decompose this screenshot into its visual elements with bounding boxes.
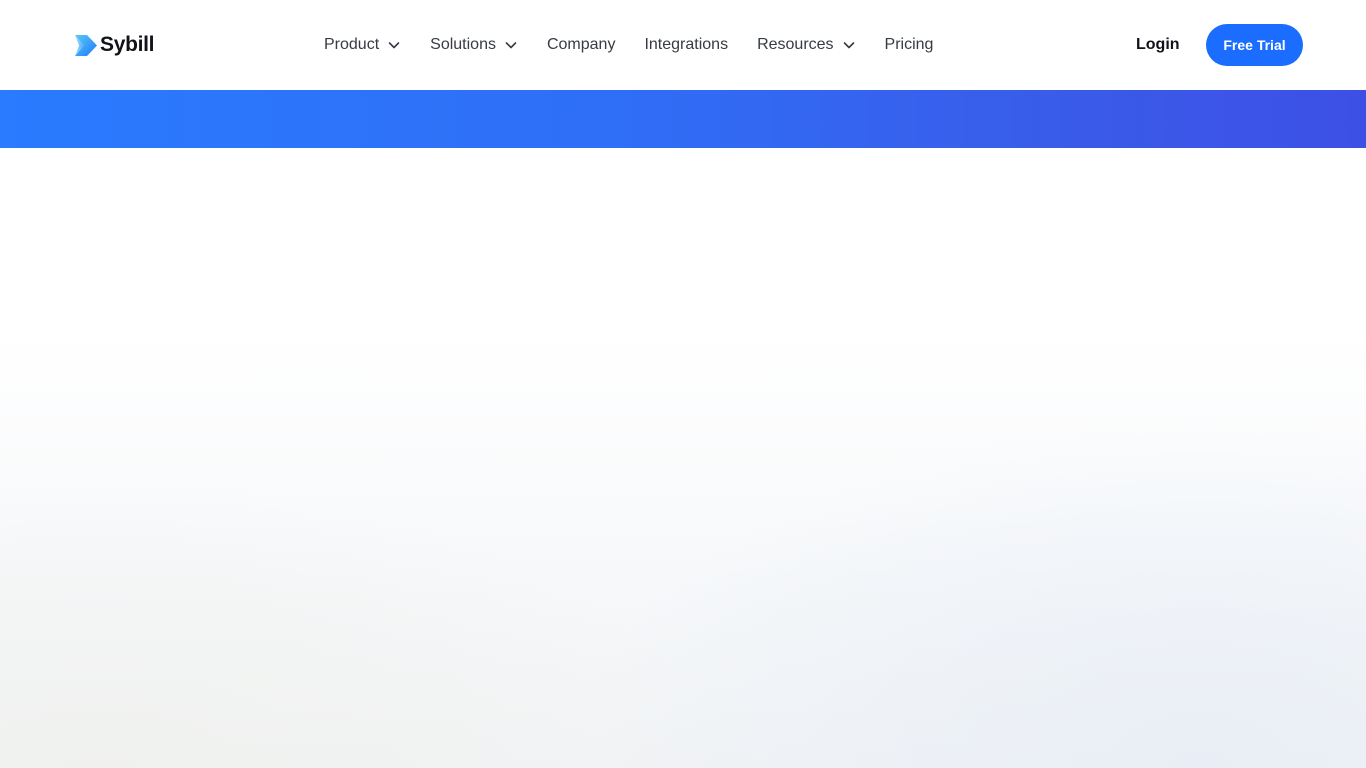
free-trial-button[interactable]: Free Trial: [1206, 24, 1303, 66]
nav-item-pricing[interactable]: Pricing: [885, 36, 934, 54]
nav-item-company[interactable]: Company: [547, 36, 615, 54]
nav-item-label: Solutions: [430, 36, 496, 53]
announcement-banner: [0, 90, 1366, 148]
nav-item-solutions[interactable]: Solutions: [430, 36, 518, 54]
nav-item-label: Company: [546, 36, 616, 53]
main-nav: Product Solutions Company Integrations R…: [324, 33, 933, 57]
nav-item-integrations[interactable]: Integrations: [644, 36, 728, 54]
nav-item-label: Product: [324, 36, 380, 53]
chevron-down-icon: [388, 42, 400, 49]
nav-item-product[interactable]: Product: [324, 36, 401, 54]
sybill-logo-icon: [75, 34, 97, 56]
hero-section: [0, 148, 1366, 768]
chevron-down-icon: [505, 42, 517, 49]
brand-name: Sybill: [100, 33, 155, 56]
page: Sybill Product Solutions Company Integra…: [0, 0, 1366, 768]
brand-logo-link[interactable]: Sybill: [73, 31, 155, 59]
chevron-down-icon: [843, 42, 854, 49]
nav-item-label: Resources: [757, 36, 834, 53]
login-link[interactable]: Login: [1136, 33, 1180, 57]
nav-item-label: Integrations: [644, 36, 729, 53]
site-header: Sybill Product Solutions Company Integra…: [0, 0, 1366, 90]
nav-item-label: Pricing: [884, 36, 934, 53]
nav-item-resources[interactable]: Resources: [757, 36, 855, 54]
